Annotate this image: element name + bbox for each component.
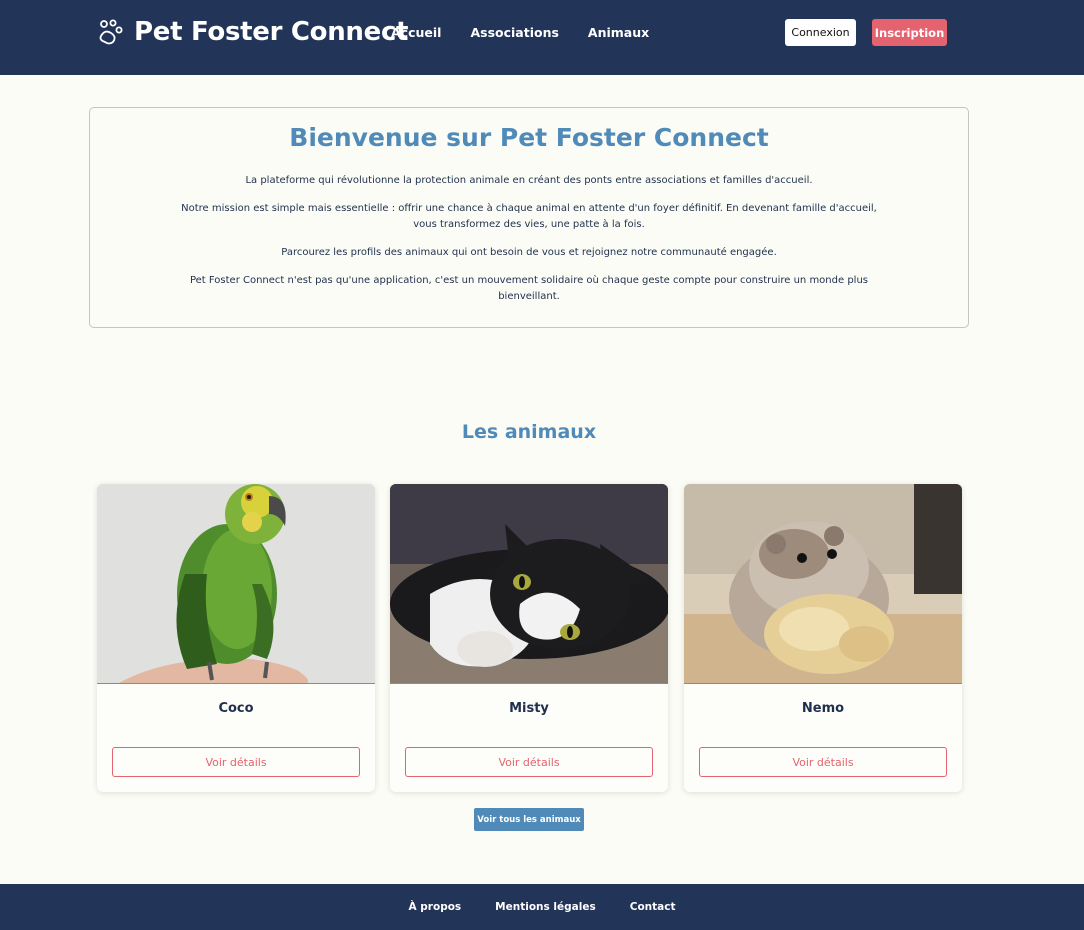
footer-link-contact[interactable]: Contact [630, 901, 676, 913]
animal-photo-cat [390, 484, 668, 684]
animal-name: Misty [509, 701, 549, 716]
animal-photo-hamster [684, 484, 962, 684]
signup-button[interactable]: Inscription [872, 19, 947, 46]
welcome-paragraph: Notre mission est simple mais essentiell… [181, 203, 877, 230]
nav-link-associations[interactable]: Associations [470, 24, 558, 42]
welcome-title: Bienvenue sur Pet Foster Connect [289, 123, 769, 152]
animal-name: Nemo [801, 701, 845, 716]
navbar: Pet Foster Connect Accueil Associations … [0, 0, 1084, 75]
animal-photo-parrot [97, 484, 375, 684]
login-button[interactable]: Connexion [785, 19, 856, 46]
welcome-paragraph: Parcourez les profils des animaux qui on… [281, 247, 777, 258]
animal-name: Coco [218, 701, 254, 716]
animal-card: Coco Voir détails [97, 484, 375, 792]
view-details-button[interactable]: Voir détails [112, 747, 360, 777]
animals-section-title: Les animaux [461, 421, 597, 443]
brand-name: Pet Foster Connect [134, 17, 409, 47]
welcome-paragraph: La plateforme qui révolutionne la protec… [245, 175, 813, 186]
nav-link-animaux[interactable]: Animaux [588, 24, 649, 42]
welcome-paragraph: Pet Foster Connect n'est pas qu'une appl… [189, 275, 868, 302]
view-details-button[interactable]: Voir détails [405, 747, 653, 777]
see-all-animals-button[interactable]: Voir tous les animaux [474, 808, 584, 831]
footer-link-legal[interactable]: Mentions légales [495, 901, 596, 913]
animal-card: Nemo Voir détails [684, 484, 962, 792]
main-nav: Accueil Associations Animaux [391, 24, 678, 42]
paw-icon [99, 19, 123, 44]
view-details-button[interactable]: Voir détails [699, 747, 947, 777]
nav-link-accueil[interactable]: Accueil [391, 24, 441, 42]
footer: À propos Mentions légales Contact [0, 884, 1084, 930]
animal-card: Misty Voir détails [390, 484, 668, 792]
footer-link-about[interactable]: À propos [409, 901, 462, 913]
welcome-section: Bienvenue sur Pet Foster Connect La plat… [89, 107, 969, 328]
brand-link[interactable]: Pet Foster Connect [97, 16, 409, 48]
